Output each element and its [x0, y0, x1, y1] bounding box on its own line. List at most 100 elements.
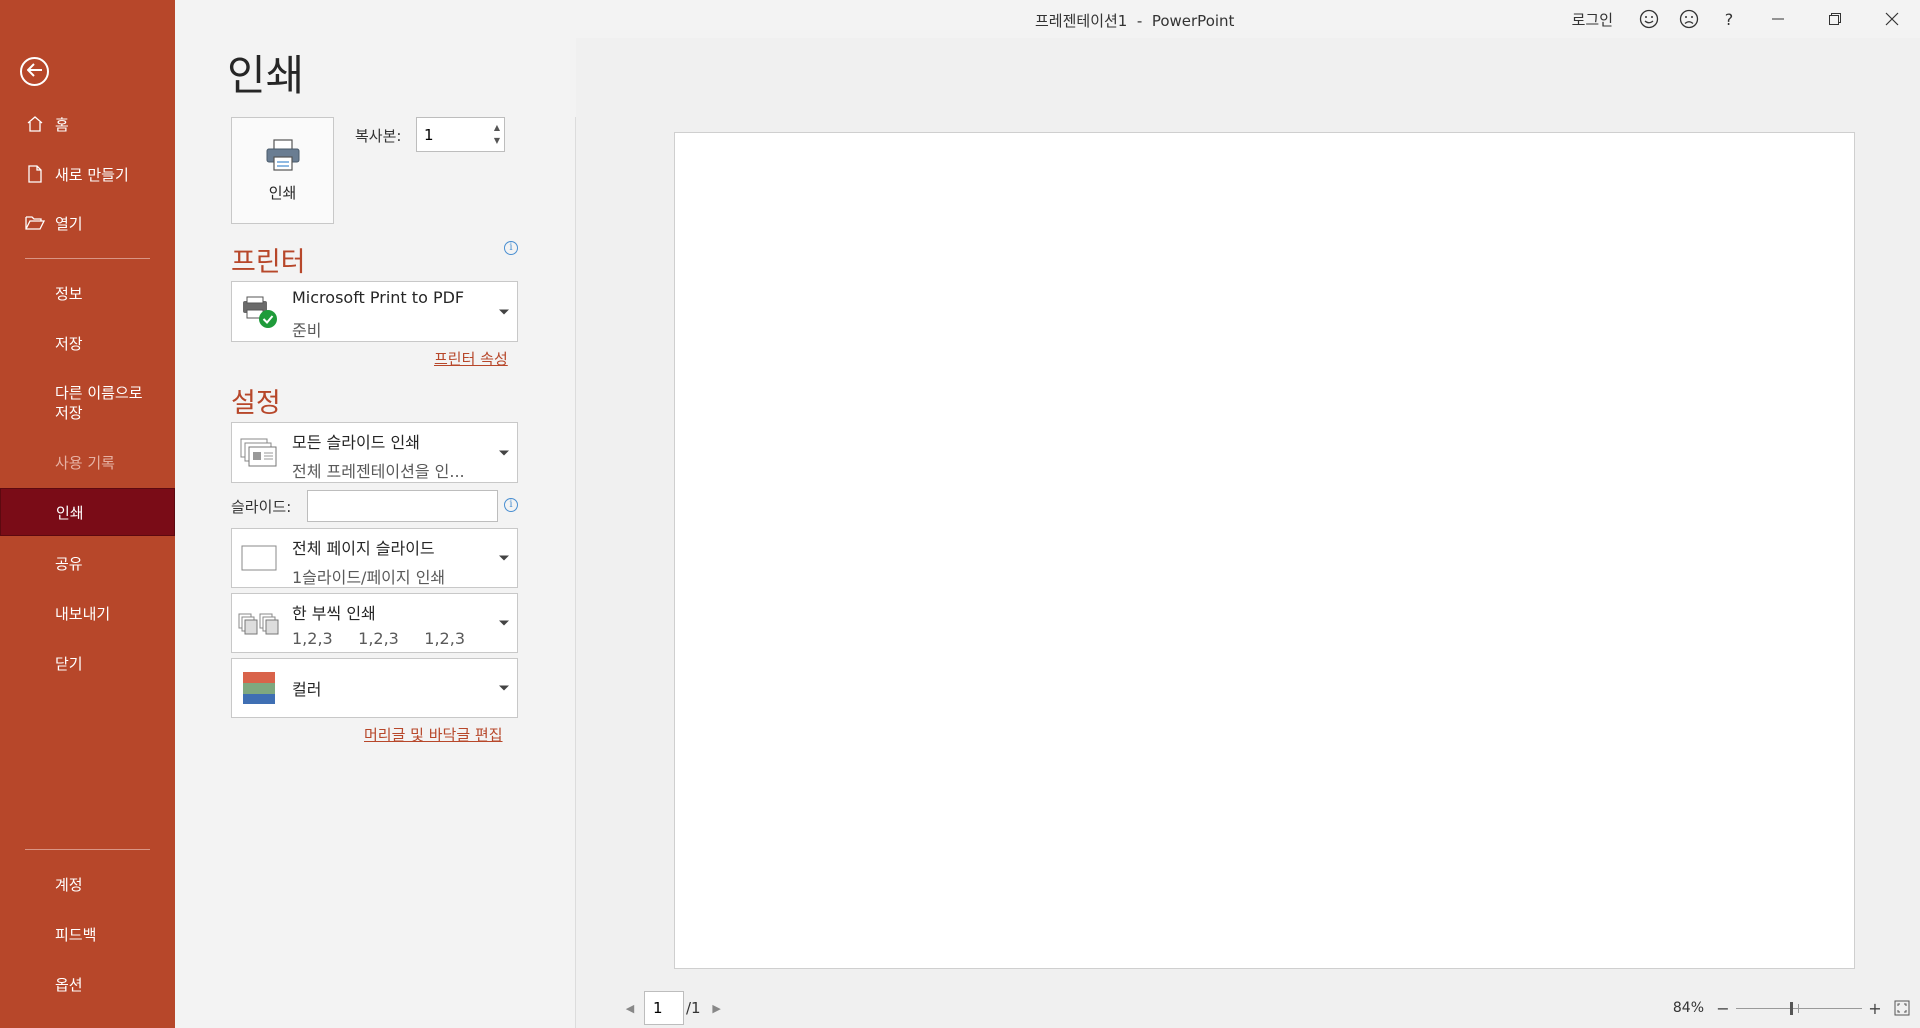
chevron-down-icon: [499, 620, 509, 626]
zoom-controls: 84% − +: [1673, 998, 1912, 1018]
zoom-slider[interactable]: [1736, 1001, 1862, 1015]
copies-label: 복사본:: [355, 127, 402, 145]
nav-info[interactable]: 정보: [0, 269, 175, 317]
chevron-down-icon: [499, 685, 509, 691]
nav-label: 옵션: [55, 975, 83, 994]
sidebar-divider: [25, 849, 150, 850]
layout-subtitle: 1슬라이드/페이지 인쇄: [292, 568, 446, 587]
frown-icon[interactable]: [1669, 0, 1709, 38]
spin-down-icon[interactable]: ▼: [494, 134, 500, 147]
nav-label: 열기: [55, 214, 83, 233]
printer-status: 준비: [292, 321, 322, 340]
zoom-out-icon[interactable]: −: [1714, 999, 1732, 1018]
copies-stepper[interactable]: ▲ ▼: [416, 117, 505, 152]
nav-label: 홈: [55, 115, 69, 134]
slide-preview-page: [674, 132, 1855, 969]
backstage-sidebar: 홈 새로 만들기 열기 정보 저장 다른 이름으로 저장 사용 기록 인쇄 공유…: [0, 0, 175, 1028]
slides-input[interactable]: [307, 490, 498, 522]
collate-dropdown[interactable]: 한 부씩 인쇄 1,2,3 1,2,3 1,2,3: [231, 593, 518, 653]
help-button[interactable]: ?: [1709, 0, 1749, 38]
printer-section-title: 프린터: [231, 247, 306, 278]
printer-name: Microsoft Print to PDF: [292, 288, 465, 307]
nav-label: 정보: [55, 284, 83, 303]
title-bar-controls: 로그인 ?: [1572, 0, 1920, 38]
pane-divider: [575, 117, 576, 1028]
printer-properties-link[interactable]: 프린터 속성: [434, 348, 508, 369]
back-arrow-icon: [26, 62, 43, 81]
all-slides-icon: [236, 423, 281, 482]
layout-dropdown[interactable]: 전체 페이지 슬라이드 1슬라이드/페이지 인쇄: [231, 528, 518, 588]
smile-icon[interactable]: [1629, 0, 1669, 38]
nav-new[interactable]: 새로 만들기: [0, 150, 175, 198]
nav-home[interactable]: 홈: [0, 100, 175, 148]
close-window-button[interactable]: [1863, 0, 1920, 38]
full-page-slide-icon: [236, 529, 281, 587]
zoom-slider-thumb[interactable]: [1790, 1001, 1793, 1015]
collated-icon: [236, 594, 281, 652]
print-range-subtitle: 전체 프레젠테이션을 인...: [292, 462, 465, 481]
nav-options[interactable]: 옵션: [0, 960, 175, 1008]
collate-subtitle: 1,2,3 1,2,3 1,2,3: [292, 629, 465, 648]
print-range-title: 모든 슬라이드 인쇄: [292, 433, 420, 452]
page-navigator: ◀ /1 ▶: [620, 990, 727, 1026]
color-mode-title: 컬러: [292, 680, 322, 699]
zoom-percent[interactable]: 84%: [1673, 1000, 1704, 1016]
layout-title: 전체 페이지 슬라이드: [292, 539, 435, 558]
header-footer-link[interactable]: 머리글 및 바닥글 편집: [364, 724, 503, 745]
nav-print[interactable]: 인쇄: [0, 488, 175, 536]
color-dropdown[interactable]: 컬러: [231, 658, 518, 718]
zoom-in-icon[interactable]: +: [1866, 999, 1884, 1018]
collate-title: 한 부씩 인쇄: [292, 604, 376, 623]
print-range-dropdown[interactable]: 모든 슬라이드 인쇄 전체 프레젠테이션을 인...: [231, 422, 518, 483]
folder-open-icon: [25, 213, 45, 233]
nav-label: 새로 만들기: [55, 165, 129, 184]
printer-info-icon[interactable]: i: [504, 241, 518, 255]
nav-label: 저장: [55, 334, 83, 353]
copies-spinner[interactable]: ▲ ▼: [494, 121, 500, 147]
settings-section-title: 설정: [231, 388, 281, 419]
restore-button[interactable]: [1806, 0, 1863, 38]
nav-history[interactable]: 사용 기록: [0, 438, 175, 486]
login-link[interactable]: 로그인: [1572, 9, 1613, 30]
fit-to-window-icon[interactable]: [1892, 998, 1912, 1018]
prev-page-icon[interactable]: ◀: [620, 998, 640, 1018]
printer-dropdown[interactable]: Microsoft Print to PDF 준비: [231, 281, 518, 342]
chevron-down-icon: [499, 450, 509, 455]
nav-label: 피드백: [55, 925, 97, 944]
nav-export[interactable]: 내보내기: [0, 589, 175, 637]
nav-label: 공유: [55, 554, 83, 573]
nav-save-as[interactable]: 다른 이름으로 저장: [0, 375, 175, 431]
nav-open[interactable]: 열기: [0, 199, 175, 247]
nav-label: 다른 이름으로 저장: [55, 384, 143, 422]
next-page-icon[interactable]: ▶: [707, 998, 727, 1018]
new-doc-icon: [25, 164, 45, 184]
slides-label: 슬라이드:: [231, 498, 292, 516]
current-page-input[interactable]: [644, 991, 684, 1025]
back-button[interactable]: [20, 57, 49, 86]
print-button[interactable]: 인쇄: [231, 117, 334, 224]
color-mode-icon: [236, 659, 281, 717]
nav-save[interactable]: 저장: [0, 319, 175, 367]
nav-label: 사용 기록: [55, 453, 115, 472]
chevron-down-icon: [499, 555, 509, 561]
nav-feedback[interactable]: 피드백: [0, 910, 175, 958]
nav-label: 내보내기: [55, 604, 111, 623]
chevron-down-icon: [499, 309, 509, 314]
total-pages: /1: [686, 999, 701, 1017]
slides-info-icon[interactable]: i: [504, 498, 518, 512]
nav-close[interactable]: 닫기: [0, 639, 175, 687]
nav-label: 인쇄: [56, 503, 84, 522]
page-title: 인쇄: [227, 51, 305, 100]
nav-label: 닫기: [55, 654, 83, 673]
window-title: 프레젠테이션1 - PowerPoint: [1035, 12, 1235, 30]
nav-account[interactable]: 계정: [0, 860, 175, 908]
minimize-button[interactable]: [1749, 0, 1806, 38]
title-bar: 프레젠테이션1 - PowerPoint 로그인 ?: [175, 0, 1920, 38]
spin-up-icon[interactable]: ▲: [494, 121, 500, 134]
home-icon: [25, 114, 45, 134]
nav-label: 계정: [55, 875, 83, 894]
nav-share[interactable]: 공유: [0, 539, 175, 587]
printer-ready-icon: [236, 282, 281, 341]
copies-input[interactable]: [417, 119, 487, 150]
print-button-label: 인쇄: [268, 184, 297, 202]
